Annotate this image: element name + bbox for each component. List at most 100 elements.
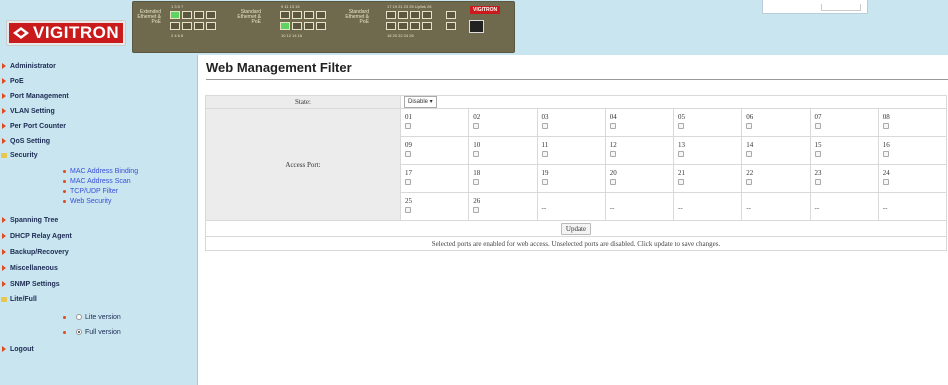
sidebar-subitem-mac-address-binding[interactable]: MAC Address Binding (63, 167, 138, 177)
port-checkbox[interactable] (609, 179, 616, 185)
sidebar-item-label: PoE (10, 78, 24, 85)
port-checkbox[interactable] (541, 151, 548, 157)
port-cell: 18 (468, 164, 538, 193)
port-cell: 20 (604, 164, 675, 193)
port-checkbox[interactable] (678, 123, 684, 129)
sidebar-item-security[interactable]: Security (0, 151, 38, 161)
port-cell: 19 (536, 164, 606, 193)
port-checkbox[interactable] (882, 151, 889, 157)
empty-port-placeholder: -- (814, 204, 820, 212)
full-version-option[interactable]: Full version (63, 328, 121, 338)
update-button[interactable]: Update (560, 222, 592, 235)
port-checkbox[interactable] (541, 179, 548, 185)
header: VIGITRON Extended Ethernet & PoE 1 3 5 7… (0, 0, 948, 55)
port-checkbox[interactable] (882, 123, 889, 129)
port-checkbox[interactable] (609, 151, 616, 157)
sidebar-item-label: Security (10, 152, 38, 159)
sidebar-item-dhcp-relay-agent[interactable]: DHCP Relay Agent (0, 232, 72, 242)
port-cell: 21 (672, 164, 743, 193)
port-number: 17 (405, 169, 412, 177)
lite-version-option[interactable]: Lite version (63, 313, 121, 323)
port-cell: 11 (536, 136, 606, 165)
port-checkbox[interactable] (473, 207, 480, 213)
full-version-radio[interactable] (76, 329, 82, 336)
arrow-right-icon (2, 233, 6, 240)
port-checkbox[interactable] (814, 179, 821, 185)
port-led (304, 11, 314, 19)
sidebar-item-lite-full[interactable]: Lite/Full (0, 295, 37, 305)
port-number: 15 (814, 141, 822, 149)
help-note: Selected ports are enabled for web acces… (205, 236, 947, 251)
sidebar-subitem-mac-address-scan[interactable]: MAC Address Scan (63, 177, 131, 187)
switch-group3-label: Standard Ethernet & PoE (345, 9, 369, 25)
port-checkbox[interactable] (609, 123, 616, 129)
sidebar-item-spanning-tree[interactable]: Spanning Tree (0, 216, 58, 226)
port-number: 23 (814, 169, 822, 177)
port-led (304, 22, 314, 30)
vigitron-logo: VIGITRON (6, 20, 126, 46)
port-checkbox[interactable] (473, 151, 480, 157)
sidebar-item-miscellaneous[interactable]: Miscellaneous (0, 264, 58, 274)
port-led (386, 22, 396, 30)
bullet-icon (63, 179, 66, 183)
port-number: 19 (541, 169, 549, 177)
folder-open-icon (1, 296, 7, 302)
sidebar-item-label: Logout (10, 346, 34, 353)
bullet-icon (63, 199, 66, 203)
port-checkbox[interactable] (746, 151, 753, 157)
sidebar-item-per-port-counter[interactable]: Per Port Counter (0, 122, 66, 132)
empty-port-placeholder: -- (678, 204, 683, 212)
bullet-icon (63, 189, 66, 193)
port-checkbox[interactable] (678, 179, 684, 185)
state-select[interactable]: Disable ▾ (404, 96, 437, 108)
sidebar-item-port-management[interactable]: Port Management (0, 92, 69, 102)
sidebar-item-administrator[interactable]: Administrator (0, 62, 56, 72)
lite-version-radio[interactable] (76, 314, 82, 321)
port-checkbox[interactable] (746, 179, 753, 185)
lite-version-label: Lite version (85, 314, 121, 321)
sidebar-item-poe[interactable]: PoE (0, 77, 24, 87)
sidebar-item-label: SNMP Settings (10, 281, 60, 288)
port-checkbox[interactable] (405, 207, 411, 213)
sidebar-item-label: DHCP Relay Agent (10, 233, 72, 240)
sidebar-subitem-web-security[interactable]: Web Security (63, 197, 112, 207)
port-number: 10 (473, 141, 481, 149)
port-number: 03 (541, 113, 549, 121)
logo-diamond-icon (13, 27, 29, 39)
port-checkbox[interactable] (678, 151, 684, 157)
port-checkbox[interactable] (473, 179, 480, 185)
sidebar-item-qos-setting[interactable]: QoS Setting (0, 137, 50, 147)
port-checkbox[interactable] (541, 123, 548, 129)
port-checkbox[interactable] (746, 123, 753, 129)
state-select-value: Disable (408, 99, 429, 105)
port-led (280, 11, 290, 19)
port-checkbox[interactable] (405, 151, 411, 157)
sidebar-subitem-tcp-udp-filter[interactable]: TCP/UDP Filter (63, 187, 118, 197)
port-checkbox[interactable] (814, 151, 821, 157)
switch-group2-bottom-nums: 10 12 14 16 (281, 33, 303, 38)
port-cell: 14 (741, 136, 811, 165)
port-led (206, 11, 216, 19)
port-checkbox[interactable] (405, 123, 411, 129)
port-number: 26 (473, 197, 481, 205)
port-led (206, 22, 216, 30)
empty-port-cell: -- (809, 192, 879, 221)
sidebar-item-vlan-setting[interactable]: VLAN Setting (0, 107, 55, 117)
switch-group2-label: Standard Ethernet & PoE (237, 9, 261, 25)
sidebar-item-label: Miscellaneous (10, 265, 58, 272)
sidebar-item-snmp-settings[interactable]: SNMP Settings (0, 280, 60, 290)
sidebar-item-backup-recovery[interactable]: Backup/Recovery (0, 248, 69, 258)
sidebar-item-label: QoS Setting (10, 138, 51, 145)
port-cell: 07 (809, 108, 879, 137)
port-led (410, 11, 420, 19)
port-checkbox[interactable] (882, 179, 889, 185)
sidebar-item-logout[interactable]: Logout (0, 345, 34, 355)
port-checkbox[interactable] (473, 123, 480, 129)
port-led (398, 22, 408, 30)
port-checkbox[interactable] (814, 123, 821, 129)
port-cell: 23 (809, 164, 879, 193)
sidebar-subitem-label: TCP/UDP Filter (70, 188, 119, 195)
port-checkbox[interactable] (405, 179, 411, 185)
page-title: Web Management Filter (206, 60, 352, 75)
port-number: 08 (882, 113, 890, 121)
